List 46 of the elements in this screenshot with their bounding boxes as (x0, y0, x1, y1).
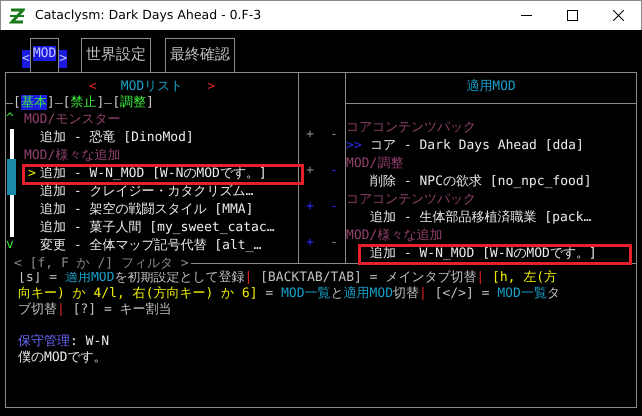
panel-title: MODリスト (120, 79, 184, 95)
prev-arrow[interactable]: < (88, 79, 97, 95)
panel-title: 適用MOD (465, 79, 517, 95)
next-arrow[interactable]: > (207, 79, 216, 95)
move-up-button[interactable]: + (306, 127, 314, 145)
move-down-button[interactable]: - (330, 235, 338, 253)
category-label: MOD/様々な追加 (24, 148, 120, 165)
filter-hint[interactable]: < [f, F か /] フィルタ > (6, 256, 191, 272)
mod-item[interactable]: 追加 - 菓子人間 [my_sweet_catac… (40, 220, 275, 237)
mod-item[interactable]: 追加 - 架空の戦闘スタイル [MMA] (40, 202, 254, 219)
category-label: コアコンテンツパック (346, 192, 476, 209)
category-label: MOD/モンスター (24, 112, 120, 129)
category-label: MOD/様々な追加 (346, 228, 442, 245)
move-down-button[interactable]: - (330, 127, 338, 145)
minimize-icon (520, 15, 532, 16)
close-icon (612, 10, 624, 21)
scroll-up-arrow[interactable]: ^ (6, 111, 24, 129)
scrollbar-thumb[interactable] (7, 159, 16, 195)
cursor: > (27, 166, 37, 183)
app-icon (9, 6, 25, 24)
move-up-button[interactable]: + (306, 163, 314, 181)
mod-item[interactable]: 追加 - W-N_MOD [W-NのMODです。] (370, 246, 597, 263)
mod-item[interactable]: 追加 - クレイジー・カタクリズム… (40, 184, 254, 201)
mod-item[interactable]: 変更 - 全体マップ記号代替 [alt_… (40, 238, 262, 255)
scroll-down-arrow[interactable]: v (6, 237, 24, 255)
maintainer-label: 保守管理 (18, 334, 70, 349)
mod-item[interactable]: 追加 - 生体部品移植済職業 [pack… (370, 210, 592, 227)
filter-tab[interactable]: [禁止] (62, 95, 104, 111)
mod-description: 僕のMODです。 (18, 350, 108, 366)
window-title: Cataclysm: Dark Days Ahead - 0.F-3 (35, 6, 262, 24)
mod-item[interactable]: 追加 - W-N_MOD [W-NのMODです。] (40, 166, 267, 183)
tab[interactable]: MOD (30, 38, 60, 72)
mod-item[interactable]: コア - Dark Days Ahead [dda] (370, 138, 584, 155)
category-label: コアコンテンツパック (346, 120, 476, 137)
help-text: ブ切替| [?] = キー割当 (18, 302, 173, 318)
mod-item[interactable]: 削除 - NPCの欲求 [no_npc_food] (370, 174, 592, 191)
tab[interactable]: 最終確認 (165, 38, 236, 72)
mod-item[interactable]: 追加 - 恐竜 [DinoMod] (40, 130, 194, 147)
scrollbar[interactable] (10, 129, 14, 237)
maximize-icon (566, 10, 578, 21)
maintainer-name: : W-N (70, 334, 110, 349)
tab[interactable]: 世界設定 (81, 38, 152, 72)
category-label: MOD/調整 (346, 156, 404, 173)
help-text: 向キー) か 4/l, 右(方向キー) か 6] = MOD一覧と 適用MOD切替| [</>] = MOD一覧タ (18, 286, 561, 302)
filter-tab[interactable]: [調整] (112, 95, 154, 111)
marker: >> (346, 138, 363, 155)
